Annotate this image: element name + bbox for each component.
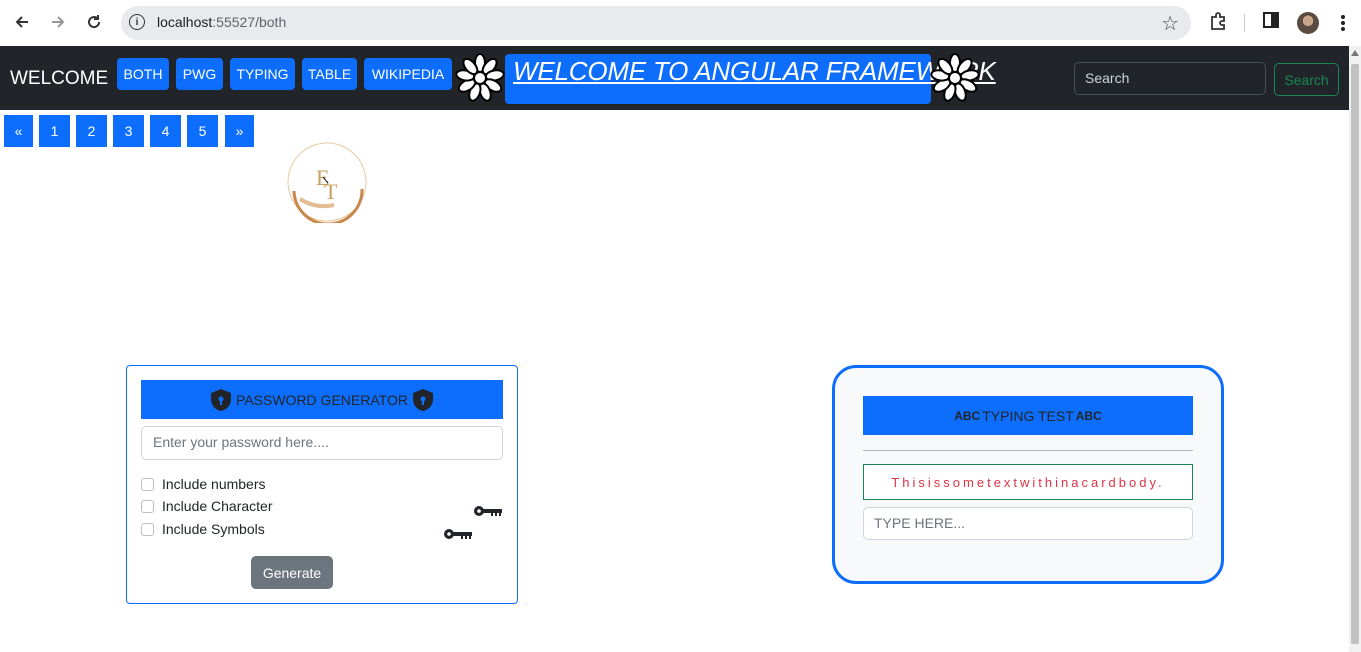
reload-icon[interactable] [82, 10, 106, 34]
extensions-icon[interactable] [1208, 11, 1228, 36]
navbar-brand[interactable]: WELCOME [10, 68, 108, 90]
option-label: Include Character [162, 498, 273, 514]
page-title-banner: WELCOME TO ANGULAR FRAMEWORK [505, 54, 996, 104]
option-include-character[interactable]: Include Character [141, 496, 273, 516]
bookmark-star-icon[interactable]: ☆ [1161, 11, 1179, 36]
svg-text:T: T [324, 179, 338, 204]
option-include-numbers[interactable]: Include numbers [141, 474, 266, 494]
typing-test-header: ABC TYPING TEST ABC [863, 396, 1193, 435]
abc-prefix: ABC [954, 408, 981, 423]
nav-link-typing[interactable]: TYPING [230, 58, 295, 90]
side-panel-icon[interactable] [1262, 11, 1280, 34]
checkbox-include-numbers[interactable] [141, 477, 154, 491]
typing-sample-text: Thisissometextwithinacardbody. [863, 464, 1193, 500]
site-navbar: WELCOME BOTH PWG TYPING TABLE WIKIPEDIA … [0, 46, 1349, 110]
pagination-prev[interactable]: « [4, 115, 33, 147]
nav-link-pwg[interactable]: PWG [176, 58, 223, 90]
search-button[interactable]: Search [1274, 63, 1339, 96]
nav-link-wikipedia[interactable]: WIKIPEDIA [364, 58, 452, 90]
search-input[interactable]: Search [1074, 62, 1266, 95]
typing-test-title: TYPING TEST [982, 407, 1074, 424]
page-title: WELCOME TO ANGULAR FRAMEWORK [513, 56, 996, 86]
checkbox-include-symbols[interactable] [141, 522, 154, 536]
shield-lock-icon [211, 388, 232, 411]
nav-link-table[interactable]: TABLE [302, 58, 357, 90]
flower-icon [930, 53, 980, 102]
url-text: localhost:55527/both [157, 14, 287, 30]
typing-test-card: ABC TYPING TEST ABC Thisissometextwithin… [832, 365, 1224, 584]
menu-kebab-icon[interactable] [1340, 14, 1346, 37]
page-scrollbar[interactable] [1349, 46, 1361, 652]
nav-link-both[interactable]: BOTH [117, 58, 169, 90]
toolbar-divider [1244, 14, 1245, 32]
pagination-page-5[interactable]: 5 [187, 115, 218, 147]
scroll-thumb[interactable] [1351, 64, 1359, 644]
site-info-icon[interactable]: i [129, 14, 145, 30]
shield-lock-icon [412, 388, 433, 411]
browser-toolbar: i localhost:55527/both ☆ [0, 0, 1361, 46]
pagination-page-2[interactable]: 2 [76, 115, 107, 147]
password-generator-card: PASSWORD GENERATOR Enter your password h… [126, 365, 518, 604]
address-bar[interactable]: i localhost:55527/both ☆ [121, 6, 1191, 40]
pagination-page-4[interactable]: 4 [150, 115, 181, 147]
avatar[interactable] [1297, 12, 1319, 34]
key-icon [474, 506, 502, 516]
brand-logo: E T [287, 142, 367, 223]
password-generator-header: PASSWORD GENERATOR [141, 380, 503, 419]
password-input[interactable]: Enter your password here.... [141, 426, 503, 460]
generate-button[interactable]: Generate [251, 556, 333, 589]
option-label: Include Symbols [162, 521, 265, 537]
scroll-up-arrow-icon[interactable] [1351, 50, 1359, 56]
pagination-page-3[interactable]: 3 [113, 115, 144, 147]
typing-input[interactable]: TYPE HERE... [863, 507, 1193, 540]
forward-icon[interactable] [46, 10, 70, 34]
option-include-symbols[interactable]: Include Symbols [141, 519, 265, 539]
key-icon [444, 529, 472, 539]
flower-icon [455, 53, 505, 102]
option-label: Include numbers [162, 476, 266, 492]
checkbox-include-character[interactable] [141, 499, 154, 513]
abc-suffix: ABC [1075, 408, 1102, 423]
divider [863, 450, 1193, 451]
pagination-page-1[interactable]: 1 [39, 115, 70, 147]
back-icon[interactable] [10, 10, 34, 34]
pagination-next[interactable]: » [225, 115, 254, 147]
password-generator-title: PASSWORD GENERATOR [236, 391, 408, 408]
